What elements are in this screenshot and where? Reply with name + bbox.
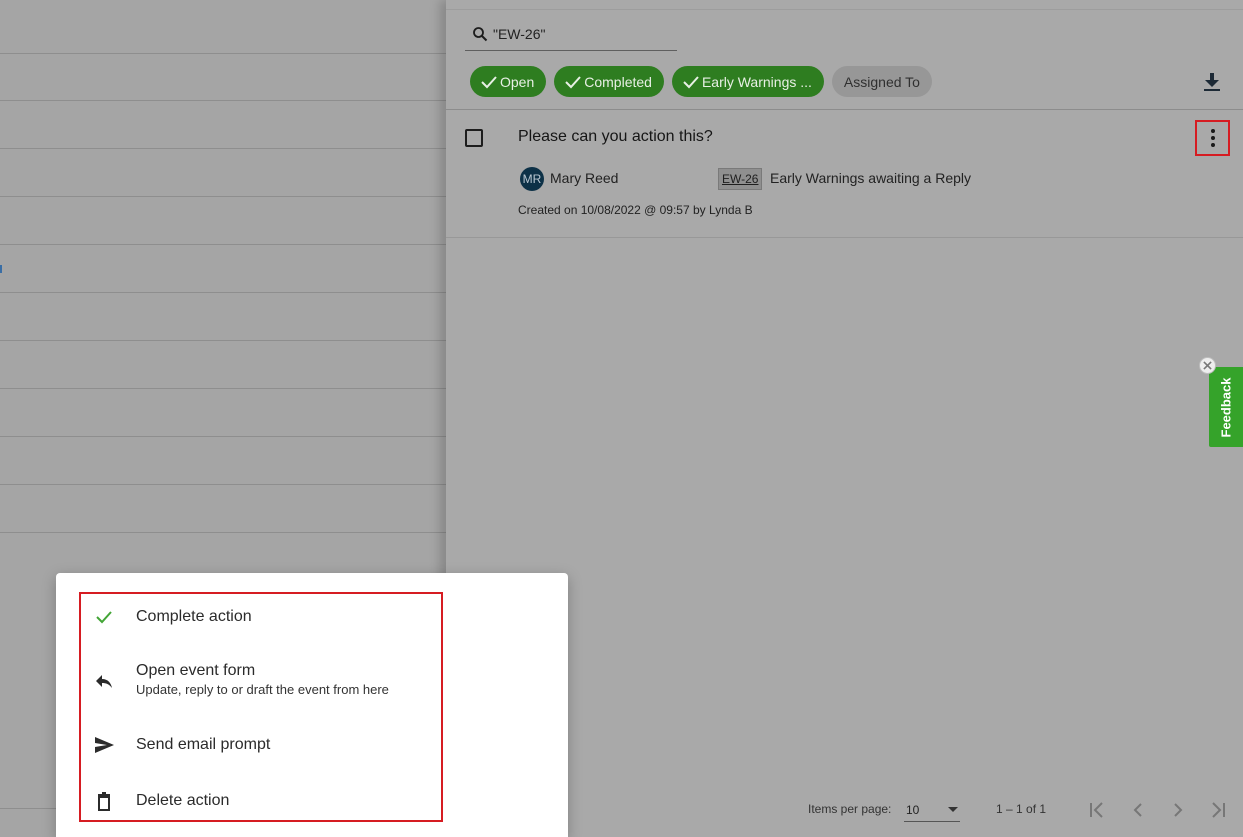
filter-chip-early-warnings[interactable]: Early Warnings ...: [671, 66, 824, 97]
chevron-left-icon: [1133, 803, 1142, 817]
feedback-tab[interactable]: Feedback: [1209, 367, 1243, 447]
last-page-icon: [1212, 802, 1225, 818]
feedback-close-button[interactable]: [1199, 357, 1216, 374]
list-divider: [0, 292, 446, 293]
list-divider: [0, 532, 446, 533]
check-icon: [683, 75, 699, 88]
avatar: MR: [520, 167, 544, 191]
reply-icon: [80, 670, 128, 692]
link-fragment: [0, 265, 2, 273]
check-icon: [80, 606, 128, 628]
download-button[interactable]: [1203, 72, 1221, 92]
list-divider: [0, 484, 446, 485]
event-reference-link[interactable]: EW-26: [718, 168, 763, 190]
created-info: Created on 10/08/2022 @ 09:57 by Lynda B: [518, 203, 753, 217]
task-title: Please can you action this?: [518, 128, 713, 145]
send-icon: [80, 734, 128, 756]
pagination-range: 1 – 1 of 1: [996, 802, 1047, 816]
check-icon: [565, 75, 581, 88]
menu-item-complete-action[interactable]: Complete action: [80, 606, 440, 628]
list-divider: [446, 109, 1243, 110]
chevron-right-icon: [1174, 803, 1183, 817]
trash-icon: [80, 790, 128, 812]
check-icon: [481, 75, 497, 88]
items-per-page-label: Items per page:: [808, 802, 892, 816]
previous-page-button[interactable]: [1127, 799, 1149, 821]
items-per-page-select[interactable]: 10: [904, 798, 960, 822]
list-divider: [0, 148, 446, 149]
next-page-button[interactable]: [1167, 799, 1189, 821]
search-icon: [473, 27, 488, 42]
first-page-button[interactable]: [1086, 799, 1108, 821]
feedback-label: Feedback: [1218, 377, 1234, 437]
list-divider: [0, 388, 446, 389]
filter-chip-open[interactable]: Open: [470, 66, 547, 97]
first-page-icon: [1090, 802, 1103, 818]
list-divider: [0, 196, 446, 197]
list-divider: [446, 237, 1243, 238]
menu-item-open-event-form[interactable]: Open event form Update, reply to or draf…: [80, 660, 440, 698]
more-options-button[interactable]: [1195, 120, 1230, 156]
assignee-name: Mary Reed: [550, 170, 619, 186]
filter-chips: Open Completed Early Warnings ... Assign…: [470, 66, 932, 97]
filter-chip-assigned-to[interactable]: Assigned To: [831, 66, 932, 97]
menu-item-send-email-prompt[interactable]: Send email prompt: [80, 734, 440, 756]
close-icon: [1203, 361, 1212, 370]
task-checkbox[interactable]: [465, 129, 483, 147]
action-context-menu: Complete action Open event form Update, …: [56, 573, 568, 837]
more-vert-icon: [1210, 129, 1215, 133]
chevron-down-icon: [948, 807, 958, 812]
list-divider: [0, 340, 446, 341]
list-divider: [0, 244, 446, 245]
drawer-top-divider: [446, 9, 1243, 10]
search-value: "EW-26": [493, 26, 546, 42]
list-divider: [0, 436, 446, 437]
last-page-button[interactable]: [1207, 799, 1229, 821]
menu-item-delete-action[interactable]: Delete action: [80, 790, 440, 812]
event-reference-description: Early Warnings awaiting a Reply: [770, 170, 972, 186]
download-icon: [1204, 73, 1220, 91]
search-input[interactable]: "EW-26": [465, 18, 677, 51]
list-divider: [0, 53, 446, 54]
filter-chip-completed[interactable]: Completed: [554, 66, 664, 97]
list-divider: [0, 100, 446, 101]
